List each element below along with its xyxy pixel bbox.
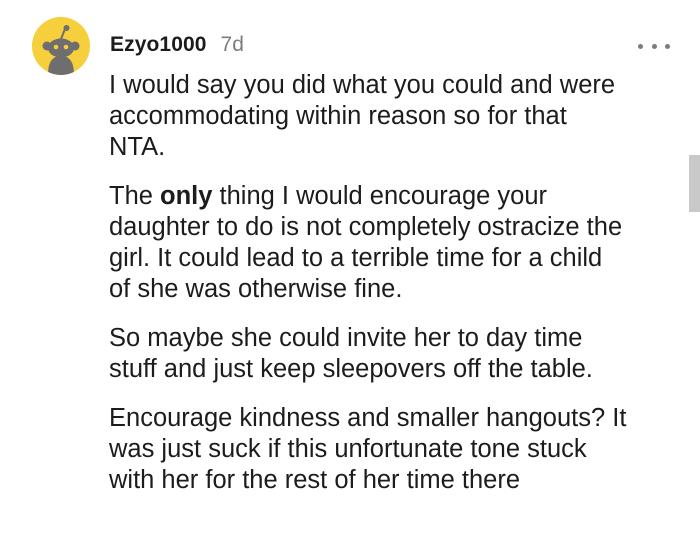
emphasis-text: only (160, 182, 213, 210)
timestamp: 7d (220, 33, 244, 56)
paragraph-3: So maybe she could invite her to day tim… (109, 324, 593, 383)
scrollbar-thumb[interactable] (689, 155, 700, 212)
comment: Ezyo1000 7d I would say you did what you… (0, 0, 700, 533)
dot-icon (651, 43, 657, 49)
paragraph-4: Encourage kindness and smaller hangouts?… (109, 404, 627, 494)
dot-icon (665, 43, 670, 49)
comment-header: Ezyo1000 7d (110, 33, 244, 61)
snoo-avatar-icon[interactable] (32, 17, 90, 75)
paragraph-2: The only thing I would encourage your da… (109, 182, 623, 303)
username[interactable]: Ezyo1000 (110, 33, 207, 57)
snoo-icon (42, 25, 80, 75)
more-horizontal-icon[interactable] (638, 38, 670, 54)
comment-body: I would say you did what you could and w… (109, 70, 679, 496)
dot-icon (638, 43, 643, 49)
paragraph-1: I would say you did what you could and w… (109, 71, 616, 161)
